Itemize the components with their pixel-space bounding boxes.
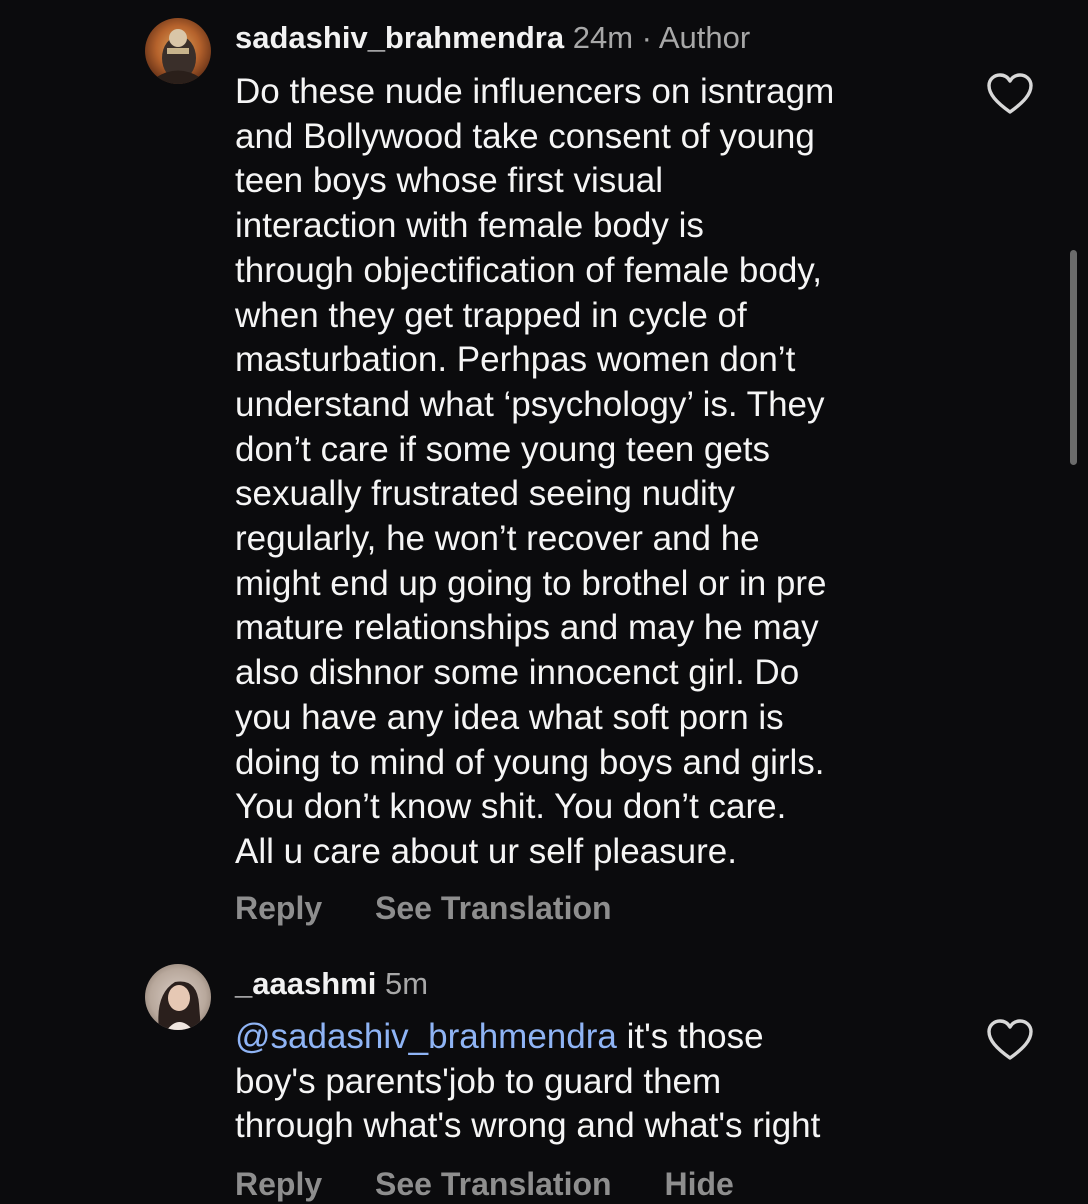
comment-line-rest: it's those bbox=[616, 1017, 764, 1056]
comment-line: boy's parents'job to guard them bbox=[235, 1061, 722, 1101]
comment-line: mature relationships and may he may bbox=[235, 608, 819, 648]
mention-link[interactable]: @sadashiv_brahmendra bbox=[235, 1017, 617, 1056]
comment-line: through what's wrong and what's right bbox=[235, 1106, 821, 1146]
comment-line: when they get trapped in cycle of bbox=[235, 295, 747, 335]
comment-line: don’t care if some young teen gets bbox=[235, 429, 771, 469]
comment-line: you have any idea what soft porn is bbox=[235, 697, 784, 737]
avatar-image bbox=[145, 964, 211, 1030]
like-button[interactable] bbox=[986, 1018, 1034, 1062]
comment-line: teen boys whose first visual bbox=[235, 161, 663, 201]
comment-header: _aaashmi 5m bbox=[235, 965, 428, 1003]
comment-meta: 5m bbox=[384, 966, 429, 1001]
hide-button[interactable]: Hide bbox=[664, 1164, 733, 1204]
comment-line: also dishnor some innocenct girl. Do bbox=[235, 653, 800, 693]
comment-line: Do these nude influencers on isntragm bbox=[235, 72, 835, 111]
avatar[interactable] bbox=[145, 18, 211, 84]
comment-line: @sadashiv_brahmendra it's those bbox=[235, 1015, 955, 1060]
comment-text: Do these nude influencers on isntragm an… bbox=[235, 70, 955, 875]
see-translation-button[interactable]: See Translation bbox=[375, 1164, 612, 1204]
heart-outline-icon bbox=[987, 73, 1033, 114]
reply-button[interactable]: Reply bbox=[235, 888, 322, 928]
comment-meta: 24m · Author bbox=[572, 20, 751, 55]
reply-button[interactable]: Reply bbox=[235, 1164, 322, 1204]
comment-line: sexually frustrated seeing nudity bbox=[235, 474, 735, 514]
comment-line: doing to mind of young boys and girls. bbox=[235, 742, 825, 782]
comment-line: regularly, he won’t recover and he bbox=[235, 519, 760, 559]
comment-username[interactable]: sadashiv_brahmendra bbox=[235, 20, 564, 55]
comment-text: @sadashiv_brahmendra it's those boy's pa… bbox=[235, 1015, 955, 1149]
comment-line: interaction with female body is bbox=[235, 206, 704, 246]
comment-line: through objectification of female body, bbox=[235, 250, 822, 290]
scrollbar[interactable] bbox=[1070, 250, 1077, 465]
comment-line: understand what ‘psychology’ is. They bbox=[235, 384, 825, 424]
comment-line: All u care about ur self pleasure. bbox=[235, 831, 737, 871]
like-button[interactable] bbox=[986, 72, 1034, 116]
comment-line: might end up going to brothel or in pre bbox=[235, 563, 827, 603]
comment-header: sadashiv_brahmendra 24m · Author bbox=[235, 19, 750, 57]
avatar[interactable] bbox=[145, 964, 211, 1030]
comment-actions: Reply See Translation bbox=[235, 888, 656, 928]
see-translation-button[interactable]: See Translation bbox=[375, 888, 612, 928]
heart-outline-icon bbox=[987, 1019, 1033, 1060]
comment-line: You don’t know shit. You don’t care. bbox=[235, 787, 787, 827]
comment-actions: Reply See Translation Hide bbox=[235, 1164, 778, 1204]
comment-line: and Bollywood take consent of young bbox=[235, 116, 815, 156]
avatar-image bbox=[145, 18, 211, 84]
comment-username[interactable]: _aaashmi bbox=[235, 966, 376, 1001]
comment-line: masturbation. Perhpas women don’t bbox=[235, 340, 796, 380]
